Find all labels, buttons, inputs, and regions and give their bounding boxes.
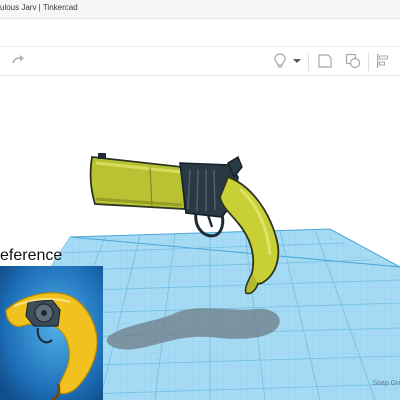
light-bulb-icon[interactable] <box>269 50 291 72</box>
toolbar-separator <box>308 53 309 71</box>
window-title: ulous Jarv | Tinkercad <box>0 3 78 12</box>
dropdown-arrow-icon[interactable] <box>290 50 304 72</box>
reference-label: eference <box>0 247 63 264</box>
copy-shape-icon[interactable] <box>342 50 364 72</box>
redo-arrow-icon[interactable] <box>8 50 30 72</box>
reference-image <box>0 266 103 400</box>
note-icon[interactable] <box>314 50 336 72</box>
browser-title-bar: ulous Jarv | Tinkercad <box>0 0 400 19</box>
align-icon[interactable] <box>372 50 394 72</box>
snap-grid-label[interactable]: Snap Gri <box>372 380 400 387</box>
editor-toolbar <box>0 46 400 76</box>
toolbar-separator <box>368 53 369 71</box>
